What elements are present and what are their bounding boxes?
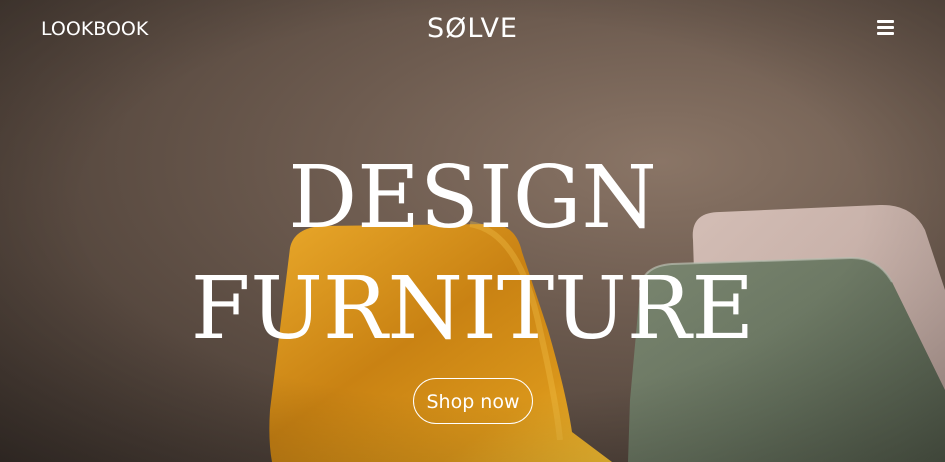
menu-bar-top — [877, 20, 894, 23]
menu-bar-bottom — [877, 32, 894, 35]
hamburger-menu-icon[interactable] — [874, 16, 898, 40]
hero-headline-line-2: FURNITURE — [190, 259, 755, 359]
hero-headline-line-1: DESIGN — [288, 148, 657, 248]
brand-logo[interactable]: SØLVE — [0, 11, 945, 47]
menu-bar-middle — [877, 26, 894, 29]
shop-now-button[interactable]: Shop now — [413, 378, 533, 424]
hero-section: LOOKBOOK SØLVE DESIGN FURNITURE Shop now — [0, 0, 945, 462]
